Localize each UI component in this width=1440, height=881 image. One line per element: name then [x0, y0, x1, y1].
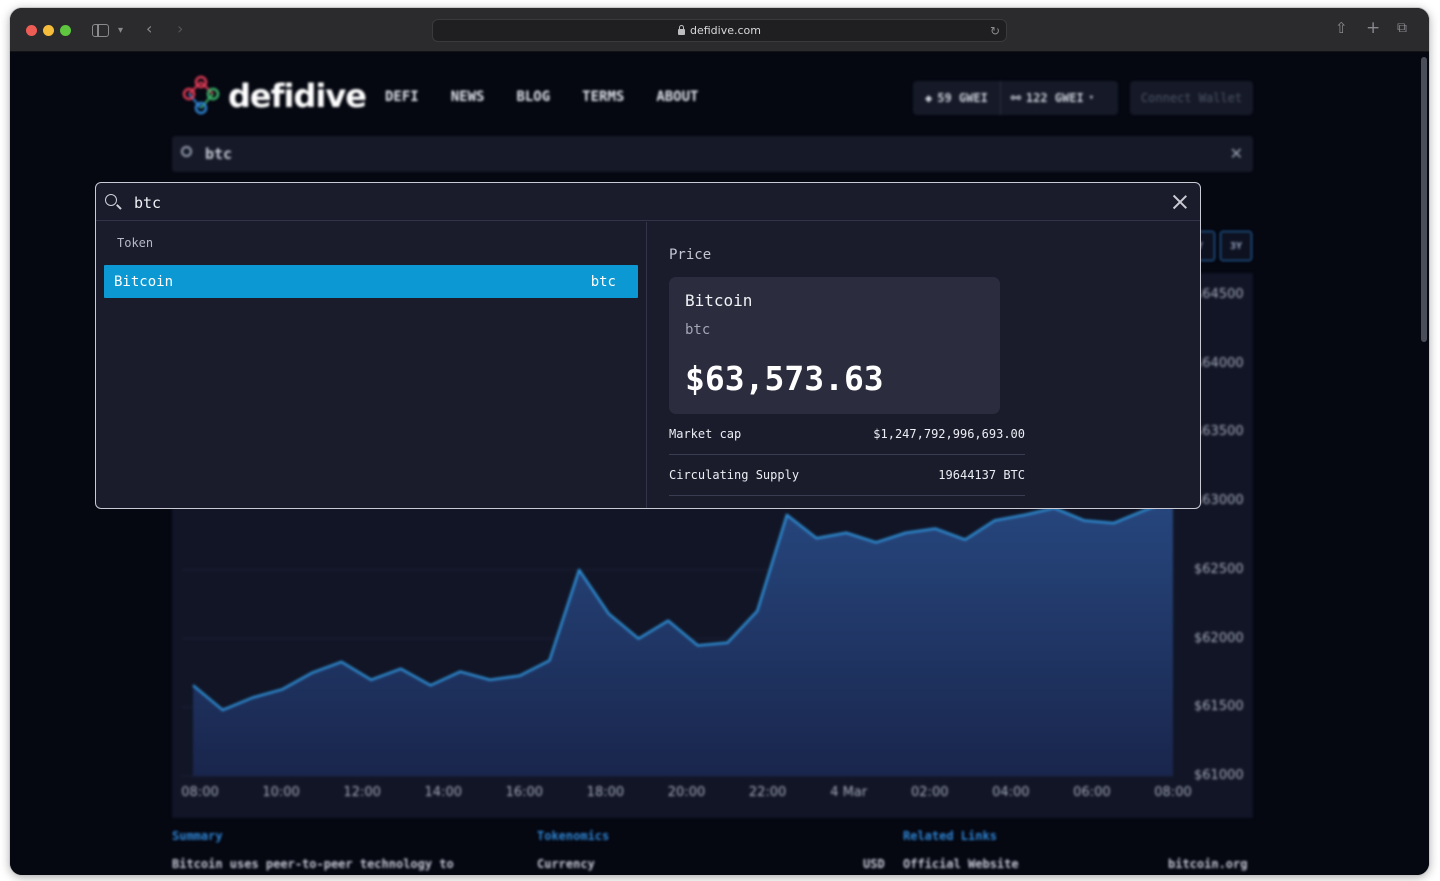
result-group-label: Token	[117, 236, 154, 250]
x-tick-label: 16:00	[505, 785, 544, 800]
summary-text: Bitcoin uses peer-to-peer technology to	[172, 857, 454, 871]
stat-label: Circulating Supply	[669, 468, 800, 482]
stat-row-circulating-supply: Circulating Supply 19644137 BTC	[669, 455, 1025, 496]
related-links-heading: Related Links	[903, 829, 997, 843]
back-icon[interactable]: ‹	[146, 21, 152, 37]
stat-value: $1,247,792,996,693.00	[873, 427, 1025, 441]
summary-heading: Summary	[172, 829, 223, 843]
y-tick-label: $64500	[1194, 287, 1244, 302]
y-tick-label: $62000	[1194, 630, 1244, 646]
modal-search-input[interactable]	[134, 192, 1134, 214]
close-window-button[interactable]	[26, 25, 37, 36]
x-tick-label: 08:00	[1154, 785, 1192, 800]
stat-row-market-cap: Market cap $1,247,792,996,693.00	[669, 414, 1025, 455]
x-tick-label: 14:00	[424, 785, 462, 800]
x-tick-label: 02:00	[911, 785, 949, 800]
share-icon[interactable]: ⇧	[1335, 21, 1348, 36]
y-tick-label: $64000	[1194, 355, 1244, 371]
search-modal: Token Bitcoin btc Price Bitcoin btc $63,…	[95, 182, 1201, 509]
search-icon	[105, 194, 117, 206]
currency-label: Currency	[537, 857, 595, 871]
modal-search-bar	[96, 183, 1200, 221]
result-name: Bitcoin	[114, 273, 174, 290]
tokenomics-heading: Tokenomics	[537, 829, 610, 843]
y-tick-label: $63000	[1194, 493, 1244, 509]
y-tick-label: $62500	[1194, 561, 1244, 577]
y-tick-label: $61500	[1194, 699, 1244, 715]
card-token-symbol: btc	[685, 322, 711, 338]
browser-window: ▾ ‹ › defidive.com ↻ ⇧ + ⧉ defidive DEFI…	[10, 8, 1429, 875]
lock-icon	[678, 24, 685, 35]
result-symbol: btc	[590, 273, 616, 290]
price-heading: Price	[669, 247, 712, 263]
card-price: $63,573.63	[685, 359, 884, 398]
price-card: Bitcoin btc $63,573.63	[669, 277, 1000, 414]
browser-toolbar: ▾ ‹ › defidive.com ↻ ⇧ + ⧉	[10, 8, 1429, 52]
web-viewport: defidive DEFI NEWS BLOG TERMS ABOUT ◆ 59 …	[10, 53, 1429, 875]
y-tick-label: $63500	[1194, 424, 1244, 440]
x-tick-label: 08:00	[181, 785, 219, 800]
tab-overview-icon[interactable]: ⧉	[1397, 21, 1407, 35]
x-tick-label: 4 Mar	[830, 785, 868, 800]
x-tick-label: 22:00	[748, 785, 787, 800]
official-website-link[interactable]: Official Website	[903, 857, 1019, 871]
sidebar-toggle-icon[interactable]	[92, 24, 109, 37]
minimize-window-button[interactable]	[43, 25, 54, 36]
x-tick-label: 06:00	[1073, 785, 1111, 800]
address-bar[interactable]: defidive.com ↻	[432, 19, 1007, 42]
detail-pane: Price Bitcoin btc $63,573.63 Market cap …	[669, 222, 1189, 508]
zoom-window-button[interactable]	[60, 25, 71, 36]
x-tick-label: 10:00	[262, 785, 300, 800]
stat-label: Market cap	[669, 427, 742, 441]
card-token-name: Bitcoin	[685, 291, 753, 310]
chevron-down-icon[interactable]: ▾	[118, 24, 123, 38]
close-icon[interactable]	[1170, 192, 1190, 212]
forward-icon[interactable]: ›	[177, 21, 183, 37]
reload-icon[interactable]: ↻	[990, 24, 1000, 38]
new-tab-icon[interactable]: +	[1366, 20, 1380, 37]
y-tick-label: $61000	[1194, 768, 1244, 783]
x-tick-label: 04:00	[992, 785, 1030, 800]
results-pane: Token Bitcoin btc	[96, 222, 647, 508]
chart-area	[193, 499, 1173, 776]
url-text: defidive.com	[690, 24, 761, 37]
stat-value: 19644137 BTC	[938, 468, 1025, 482]
x-tick-label: 20:00	[667, 785, 706, 800]
x-tick-label: 18:00	[586, 785, 625, 800]
website-value[interactable]: bitcoin.org	[1168, 857, 1247, 871]
currency-value: USD	[863, 857, 885, 871]
result-item-bitcoin[interactable]: Bitcoin btc	[104, 265, 638, 298]
page-scrollbar[interactable]	[1421, 57, 1427, 342]
x-tick-label: 12:00	[343, 785, 381, 800]
